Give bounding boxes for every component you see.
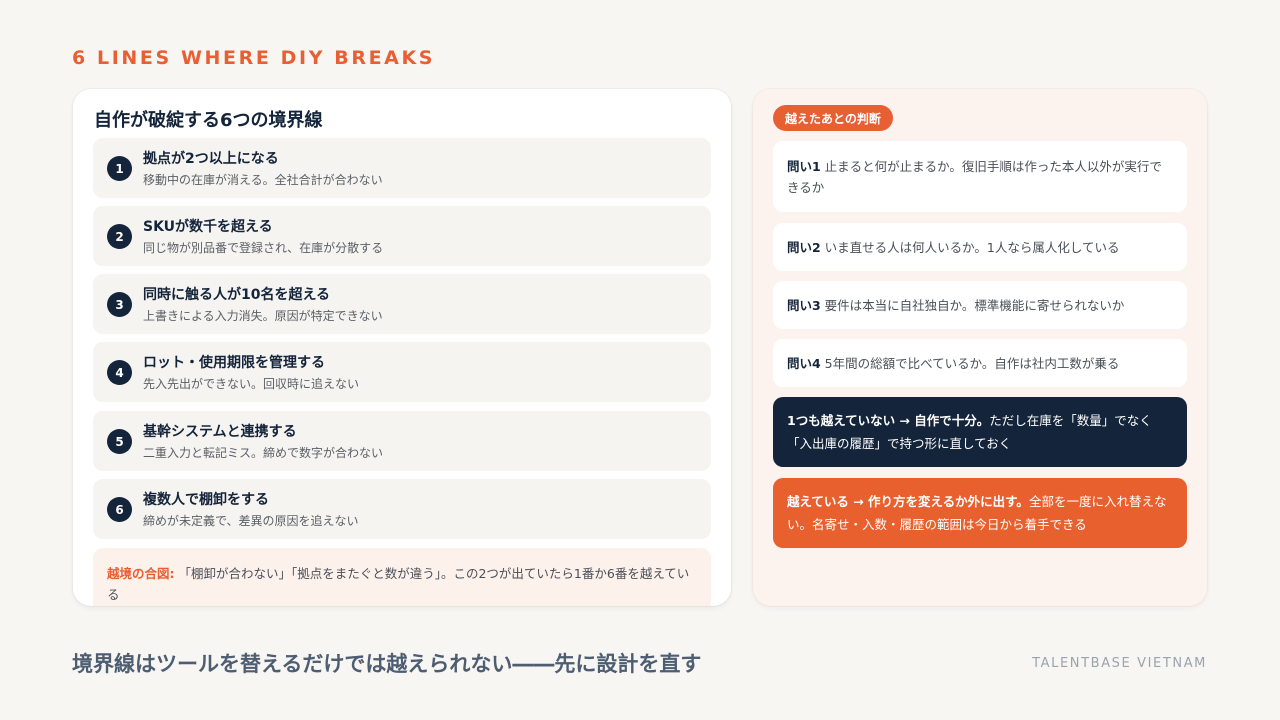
signal-label: 越境の合図: bbox=[107, 566, 175, 581]
question-text: いま直せる人は何人いるか。1人なら属人化している bbox=[820, 239, 1120, 255]
item-number-badge: 2 bbox=[107, 224, 132, 249]
boundary-item-4: 4 ロット・使用期限を管理する 先入先出ができない。回収時に追えない bbox=[93, 342, 711, 402]
boundary-lines-card: 自作が破綻する6つの境界線 1 拠点が2つ以上になる 移動中の在庫が消える。全社… bbox=[73, 89, 731, 606]
question-3: 問い3 要件は本当に自社独自か。標準機能に寄せられないか bbox=[773, 281, 1187, 329]
question-text: 5年間の総額で比べているか。自作は社内工数が乗る bbox=[820, 355, 1120, 371]
decision-pill-label: 越えたあとの判断 bbox=[773, 105, 893, 131]
verdict-crossed: 越えている → 作り方を変えるか外に出す。全部を一度に入れ替えない。名寄せ・入数… bbox=[773, 478, 1187, 548]
item-title: 複数人で棚卸をする bbox=[143, 492, 269, 508]
section-kicker: 6 LINES WHERE DIY BREAKS bbox=[72, 47, 436, 69]
boundary-item-5: 5 基幹システムと連携する 二重入力と転記ミス。締めで数字が合わない bbox=[93, 411, 711, 471]
verdict-bold: 越えている → 作り方を変えるか外に出す。 bbox=[787, 494, 1029, 509]
decision-card: 越えたあとの判断 問い1 止まると何が止まるか。復旧手順は作った本人以外が実行で… bbox=[753, 89, 1207, 606]
boundary-lines-title: 自作が破綻する6つの境界線 bbox=[94, 110, 323, 131]
item-description: 同じ物が別品番で登録され、在庫が分散する bbox=[143, 241, 384, 255]
verdict-bold: 1つも越えていない → 自作で十分。 bbox=[787, 413, 990, 428]
signal-text: 「棚卸が合わない」「拠点をまたぐと数が違う」。この2つが出ていたら1番か6番を越… bbox=[107, 566, 690, 602]
question-label: 問い3 bbox=[787, 297, 821, 313]
brand-footer: TALENTBASE VIETNAM bbox=[1032, 656, 1207, 671]
item-title: 基幹システムと連携する bbox=[143, 424, 297, 440]
boundary-item-6: 6 複数人で棚卸をする 締めが未定義で、差異の原因を追えない bbox=[93, 479, 711, 539]
item-description: 締めが未定義で、差異の原因を追えない bbox=[143, 514, 359, 528]
item-number-badge: 5 bbox=[107, 429, 132, 454]
question-1: 問い1 止まると何が止まるか。復旧手順は作った本人以外が実行できるか bbox=[773, 141, 1187, 212]
item-title: 拠点が2つ以上になる bbox=[143, 151, 279, 167]
question-label: 問い2 bbox=[787, 239, 821, 255]
question-text: 止まると何が止まるか。復旧手順は作った本人以外が実行できるか bbox=[787, 158, 1162, 195]
item-description: 移動中の在庫が消える。全社合計が合わない bbox=[143, 173, 383, 187]
item-description: 二重入力と転記ミス。締めで数字が合わない bbox=[143, 446, 384, 460]
verdict-not-crossed: 1つも越えていない → 自作で十分。ただし在庫を「数量」でなく「入出庫の履歴」で… bbox=[773, 397, 1187, 467]
item-number-badge: 6 bbox=[107, 497, 132, 522]
item-title: ロット・使用期限を管理する bbox=[143, 355, 325, 371]
item-number-badge: 3 bbox=[107, 292, 132, 317]
crossing-signal-note: 越境の合図: 「棚卸が合わない」「拠点をまたぐと数が違う」。この2つが出ていたら… bbox=[93, 548, 711, 606]
item-description: 上書きによる入力消失。原因が特定できない bbox=[143, 309, 383, 323]
item-number-badge: 4 bbox=[107, 360, 132, 385]
item-number-badge: 1 bbox=[107, 156, 132, 181]
item-title: SKUが数千を超える bbox=[143, 219, 273, 235]
boundary-item-2: 2 SKUが数千を超える 同じ物が別品番で登録され、在庫が分散する bbox=[93, 206, 711, 266]
item-description: 先入先出ができない。回収時に追えない bbox=[143, 377, 360, 391]
question-label: 問い1 bbox=[787, 158, 821, 174]
boundary-item-3: 3 同時に触る人が10名を超える 上書きによる入力消失。原因が特定できない bbox=[93, 274, 711, 334]
question-text: 要件は本当に自社独自か。標準機能に寄せられないか bbox=[820, 297, 1125, 313]
question-2: 問い2 いま直せる人は何人いるか。1人なら属人化している bbox=[773, 223, 1187, 271]
boundary-item-1: 1 拠点が2つ以上になる 移動中の在庫が消える。全社合計が合わない bbox=[93, 138, 711, 198]
question-label: 問い4 bbox=[787, 355, 821, 371]
question-4: 問い4 5年間の総額で比べているか。自作は社内工数が乗る bbox=[773, 339, 1187, 387]
closing-message: 境界線はツールを替えるだけでは越えられない――先に設計を直す bbox=[72, 652, 702, 676]
item-title: 同時に触る人が10名を超える bbox=[143, 287, 331, 303]
